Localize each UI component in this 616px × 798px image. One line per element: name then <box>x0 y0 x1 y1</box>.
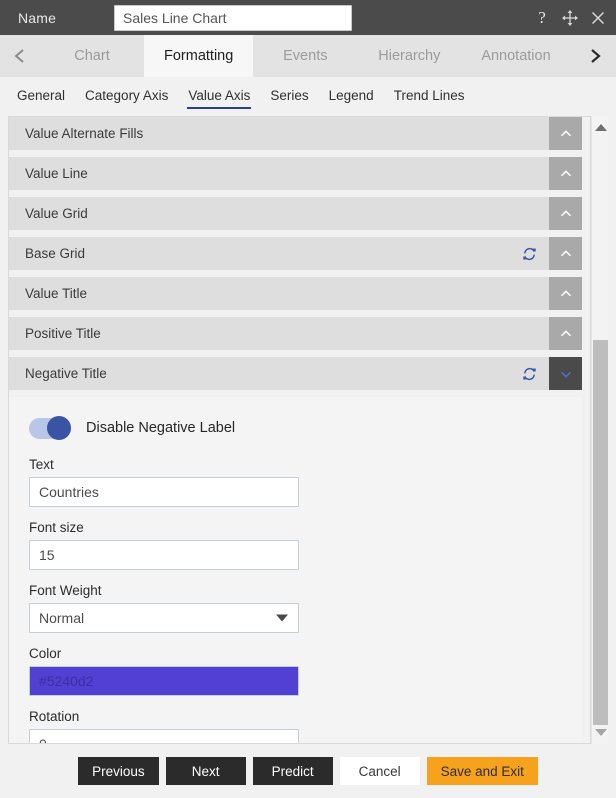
field-font-size: Font size <box>29 520 299 570</box>
accordion-value-grid[interactable]: Value Grid <box>9 197 582 230</box>
field-font-weight: Font Weight Normal <box>29 583 299 633</box>
subtab-value-axis[interactable]: Value Axis <box>178 85 260 109</box>
chart-properties-dialog: Name ? <box>0 0 616 798</box>
dialog-titlebar: Name ? <box>0 0 616 35</box>
previous-button[interactable]: Previous <box>78 757 159 785</box>
main-tabs-list: Chart Formatting Events Hierarchy Annota… <box>40 35 616 77</box>
accordion-title: Value Grid <box>25 206 88 221</box>
subtab-category-axis-label: Category Axis <box>85 87 169 103</box>
accordion-title: Base Grid <box>25 246 86 261</box>
accordion-value-line[interactable]: Value Line <box>9 157 582 190</box>
subtab-general-label: General <box>17 87 66 103</box>
font-size-label: Font size <box>29 520 84 535</box>
color-swatch-input[interactable]: #5240d2 <box>29 666 299 696</box>
predict-button[interactable]: Predict <box>252 757 333 785</box>
accordion-positive-title[interactable]: Positive Title <box>9 317 582 350</box>
next-button[interactable]: Next <box>165 757 246 785</box>
help-icon[interactable]: ? <box>533 8 551 27</box>
accordion-chevron-up-icon[interactable] <box>549 317 582 350</box>
rotation-input[interactable] <box>29 729 299 743</box>
font-weight-label: Font Weight <box>29 583 102 598</box>
accordion-negative-title[interactable]: Negative Title <box>9 357 582 390</box>
tab-chart-label: Chart <box>74 48 110 64</box>
negative-title-settings: Disable Negative Label Text Font size Fo… <box>9 397 582 743</box>
accordion-chevron-down-icon[interactable] <box>549 357 582 390</box>
accordion-chevron-up-icon[interactable] <box>549 117 582 150</box>
panel-scrollbar[interactable] <box>591 116 608 744</box>
reset-icon[interactable] <box>521 365 538 382</box>
titlebar-icons: ? <box>533 0 607 35</box>
tab-hierarchy[interactable]: Hierarchy <box>357 35 462 77</box>
subtab-category-axis[interactable]: Category Axis <box>75 85 178 108</box>
tab-hierarchy-label: Hierarchy <box>378 48 441 64</box>
field-color: Color #5240d2 <box>29 646 299 696</box>
sub-tab-bar: General Category Axis Value Axis Series … <box>0 77 616 115</box>
accordion-chevron-up-icon[interactable] <box>549 197 582 230</box>
accordion-base-grid[interactable]: Base Grid <box>9 237 582 270</box>
accordion-title: Value Title <box>25 286 88 301</box>
save-and-exit-button[interactable]: Save and Exit <box>426 757 538 785</box>
accordion-chevron-up-icon[interactable] <box>549 277 582 310</box>
tab-formatting[interactable]: Formatting <box>144 35 254 77</box>
tab-formatting-label: Formatting <box>164 48 234 64</box>
accordion-chevron-up-icon[interactable] <box>549 157 582 190</box>
dialog-footer: Previous Next Predict Cancel Save and Ex… <box>0 744 616 798</box>
text-label: Text <box>29 457 54 472</box>
subtab-trend-lines-label: Trend Lines <box>393 87 465 103</box>
tab-events[interactable]: Events <box>253 35 358 77</box>
subtab-series[interactable]: Series <box>260 85 318 108</box>
close-icon[interactable] <box>589 9 607 27</box>
cancel-button[interactable]: Cancel <box>339 757 420 785</box>
accordion-value-alternate-fills[interactable]: Value Alternate Fills <box>9 117 582 150</box>
font-weight-value: Normal <box>39 610 85 626</box>
properties-panel: Value Alternate Fills Value Line Value G… <box>8 116 591 744</box>
subtab-legend[interactable]: Legend <box>319 85 384 108</box>
tab-annotation-label: Annotation <box>481 48 551 64</box>
subtab-series-label: Series <box>270 87 309 103</box>
scroll-up-arrow-icon[interactable] <box>592 119 609 136</box>
accordion-chevron-up-icon[interactable] <box>549 237 582 270</box>
subtab-value-axis-label: Value Axis <box>188 87 251 103</box>
disable-negative-label-toggle[interactable] <box>29 416 71 440</box>
scroll-down-arrow-icon[interactable] <box>592 724 609 741</box>
tabs-next-arrow-icon[interactable] <box>574 35 616 77</box>
field-rotation: Rotation <box>29 709 299 743</box>
color-value: #5240d2 <box>39 673 94 689</box>
font-weight-select[interactable]: Normal <box>29 603 299 633</box>
name-label: Name <box>18 9 57 26</box>
main-tab-bar: Chart Formatting Events Hierarchy Annota… <box>0 35 616 77</box>
subtab-trend-lines[interactable]: Trend Lines <box>384 85 475 108</box>
subtab-general[interactable]: General <box>7 85 75 108</box>
subtab-legend-label: Legend <box>328 87 374 103</box>
disable-negative-label-row: Disable Negative Label <box>29 413 562 443</box>
disable-negative-label-text: Disable Negative Label <box>86 420 236 436</box>
accordion-value-title[interactable]: Value Title <box>9 277 582 310</box>
accordion-title: Positive Title <box>25 326 101 341</box>
accordion-title: Negative Title <box>25 366 107 381</box>
settings-grid: Text Font size Font Weight Normal Color <box>29 457 562 743</box>
field-text: Text <box>29 457 299 507</box>
rotation-label: Rotation <box>29 709 80 724</box>
name-input[interactable] <box>114 4 352 31</box>
scrollbar-thumb[interactable] <box>593 340 608 725</box>
accordion-title: Value Alternate Fills <box>25 126 144 141</box>
reset-icon[interactable] <box>521 245 538 262</box>
text-input[interactable] <box>29 477 299 507</box>
tab-annotation[interactable]: Annotation <box>461 35 571 77</box>
toggle-knob <box>47 416 71 440</box>
tab-events-label: Events <box>283 48 328 64</box>
font-size-input[interactable] <box>29 540 299 570</box>
color-label: Color <box>29 646 62 661</box>
move-icon[interactable] <box>561 9 579 27</box>
accordion-title: Value Line <box>25 166 88 181</box>
chevron-down-icon <box>276 614 288 622</box>
tab-chart[interactable]: Chart <box>40 35 144 77</box>
tabs-prev-arrow-icon[interactable] <box>0 35 40 77</box>
